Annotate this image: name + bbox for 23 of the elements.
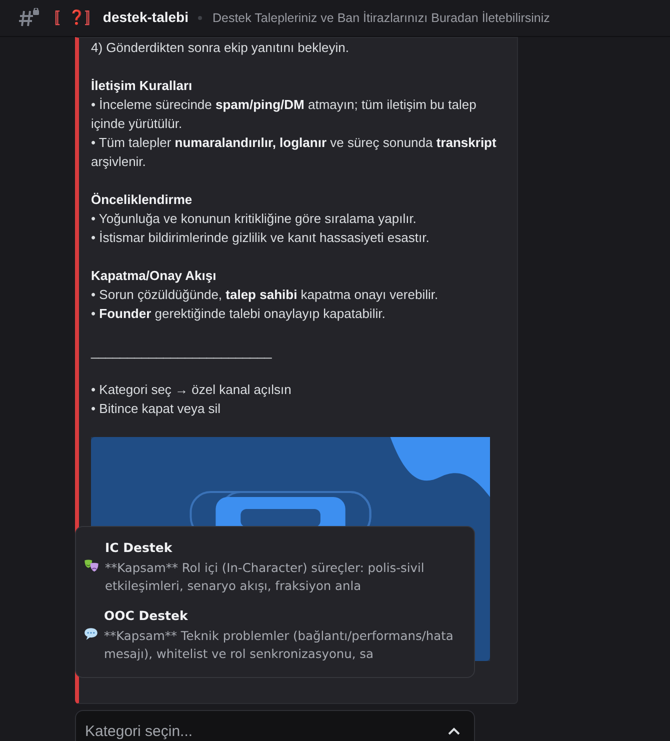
embed-text: • İstismar bildirimlerinde gizlilik ve kanıt hassasiyeti esastır. <box>91 229 430 247</box>
embed-text: _________________________ <box>91 343 273 361</box>
embed-text: • Founder gerektiğinde talebi onaylayıp kapatabilir. <box>91 305 386 323</box>
channel-name: 〚❓〛 destek-talebi <box>54 9 188 27</box>
section-heading: Önceliklendirme <box>91 191 194 209</box>
embed-text: 4) Gönderdikten sonra ekip yanıtını bekleyin. <box>91 39 350 57</box>
option-description: **Kapsam** Rol içi (In-Character) süreçler: polis-sivil etkileşimleri, senaryo akışı, fraksiyon anla <box>104 560 426 595</box>
option-label: OOC Destek <box>104 607 189 625</box>
section-heading: İletişim Kuralları <box>91 77 194 95</box>
dropdown-option[interactable]: OOC Destek **Kapsam** Teknik problemler (bağlantı/performans/hata mesajı), whitelist ve rol senkronizasyonu, sa <box>76 601 474 669</box>
embed-text: • İnceleme sürecinde spam/ping/DM atmayın; tüm iletişim bu talep içinde yürütülür. <box>91 96 478 133</box>
option-label: IC Destek <box>104 539 174 557</box>
embed-text: • Bitince kapat veya sil <box>91 400 222 418</box>
section-heading: Kapatma/Onay Akışı <box>91 267 218 285</box>
embed-text: • Kategori seç → özel kanal açılsın <box>91 381 292 399</box>
option-description: **Kapsam** Teknik problemler (bağlantı/performans/hata mesajı), whitelist ve rol senkronizasyonu, sa <box>104 628 454 663</box>
channel-hash-icon <box>18 8 40 28</box>
embed-text: • Sorun çözüldüğünde, talep sahibi kapatma onayı verebilir. <box>91 286 440 304</box>
channel-topic: Destek Talepleriniz ve Ban İtirazlarınızı Buradan İletebilirsiniz <box>212 11 550 25</box>
dropdown-option[interactable]: IC Destek **Kapsam** Rol içi (In-Character) süreçler: polis-sivil etkileşimleri, senaryo akışı, fraksiyon anla <box>76 533 474 601</box>
embed-text: • Yoğunluğa ve konunun kritikliğine göre sıralama yapılır. <box>91 210 418 228</box>
embed-text: • Tüm talepler numaralandırılır, loglanır ve süreç sonunda transkript arşivlenir. <box>91 134 498 171</box>
category-select[interactable]: Kategori seçin... <box>75 710 475 741</box>
